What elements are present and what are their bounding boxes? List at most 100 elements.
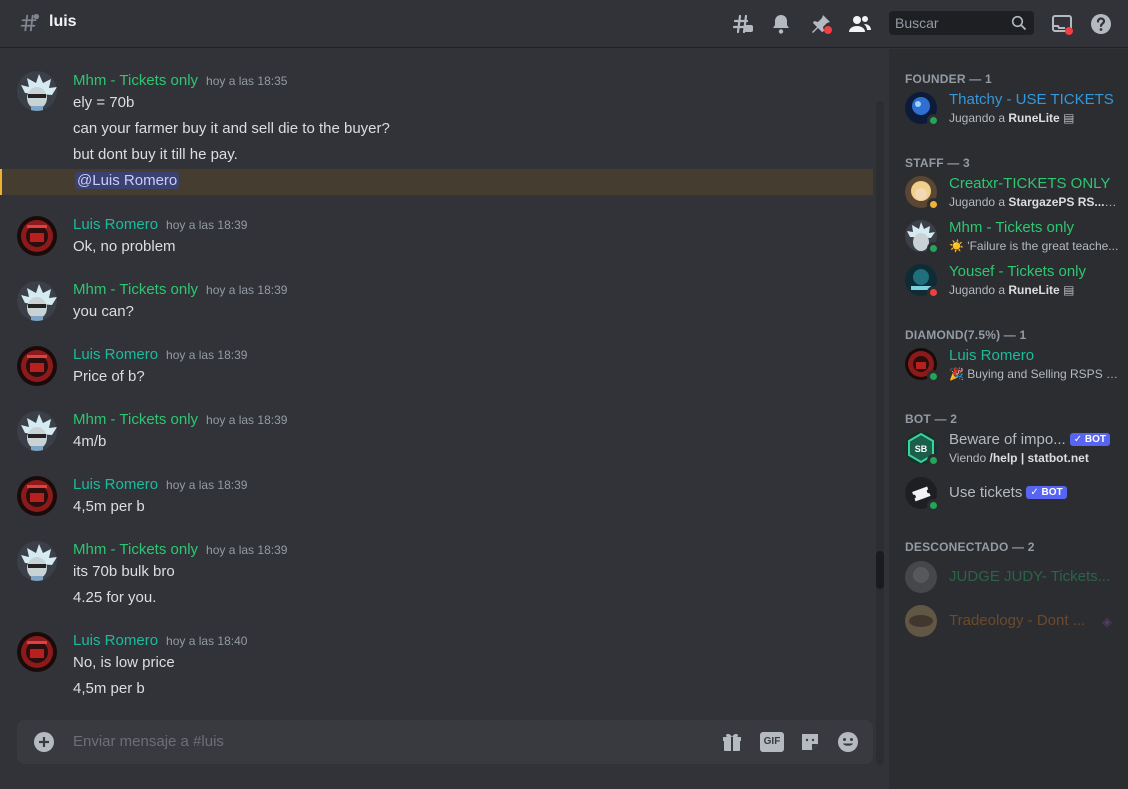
member-avatar	[905, 561, 937, 593]
help-icon[interactable]	[1089, 12, 1113, 36]
message-author[interactable]: Mhm - Tickets only hoy a las 18:39	[73, 541, 287, 558]
member-activity: Jugando a RuneLite ▤	[949, 283, 1075, 297]
status-online-icon	[927, 114, 940, 127]
status-online-icon	[927, 242, 940, 255]
avatar-luis[interactable]	[17, 216, 57, 256]
message-text: its 70b bulk bro	[73, 563, 175, 580]
member-item[interactable]: Use tickets ✓ BOT	[897, 472, 1125, 514]
mention-highlight-row: @Luis Romero	[0, 169, 873, 195]
scrollbar-thumb[interactable]	[876, 551, 884, 589]
boost-icon: ◈	[1102, 614, 1112, 629]
member-item[interactable]: Creatxr-TICKETS ONLY Jugando a StargazeP…	[897, 172, 1125, 214]
member-category-founder: FOUNDER — 1	[905, 72, 992, 86]
avatar-luis[interactable]	[17, 346, 57, 386]
channel-header: luis Buscar	[0, 0, 1128, 48]
member-category-bot: BOT — 2	[905, 412, 958, 426]
message-author[interactable]: Luis Romero hoy a las 18:40	[73, 632, 247, 649]
member-name: Beware of impo... ✓ BOT	[949, 431, 1110, 448]
avatar-mhm[interactable]	[17, 541, 57, 581]
message-text: 4.25 for you.	[73, 589, 157, 606]
member-item[interactable]: Thatchy - USE TICKETS Jugando a RuneLite…	[897, 88, 1125, 130]
svg-text:SB: SB	[915, 444, 928, 454]
avatar-luis[interactable]	[17, 476, 57, 516]
message-timestamp: hoy a las 18:40	[166, 634, 248, 648]
inbox-icon[interactable]	[1050, 12, 1074, 36]
member-activity: Jugando a StargazePS RS... ▤	[949, 195, 1119, 209]
avatar-mhm[interactable]	[17, 281, 57, 321]
gif-button[interactable]: GIF	[760, 732, 784, 752]
text-channel-thread-icon	[20, 13, 40, 32]
search-input[interactable]: Buscar	[895, 15, 939, 31]
rich-presence-icon: ▤	[1063, 111, 1075, 125]
gift-icon[interactable]	[721, 731, 743, 753]
message-timestamp: hoy a las 18:39	[166, 218, 248, 232]
notification-bell-icon[interactable]	[769, 12, 793, 36]
message-text: 4m/b	[73, 433, 107, 450]
emoji-icon[interactable]	[837, 731, 859, 753]
rich-presence-icon: ▤	[1063, 283, 1075, 297]
discord-window: luis Buscar Mhm - Tickets only hoy a las…	[0, 0, 1128, 789]
message-text: 4,5m per b	[73, 680, 145, 697]
member-item[interactable]: Luis Romero 🎉 Buying and Selling RSPS a.…	[897, 344, 1125, 386]
message-text: but dont buy it till he pay.	[73, 146, 238, 163]
member-list: FOUNDER — 1 Thatchy - USE TICKETS Jugand…	[889, 49, 1128, 789]
member-name: Yousef - Tickets only	[949, 263, 1087, 280]
member-item[interactable]: Tradeology - Dont ... ◈	[897, 600, 1125, 642]
member-category-offline: DESCONECTADO — 2	[905, 540, 1035, 554]
message-text: No, is low price	[73, 654, 175, 671]
message-author[interactable]: Mhm - Tickets only hoy a las 18:39	[73, 411, 287, 428]
search-icon	[1011, 15, 1027, 31]
message-text: can your farmer buy it and sell die to t…	[73, 120, 390, 137]
user-mention[interactable]: @Luis Romero	[75, 172, 180, 189]
threads-icon[interactable]	[730, 12, 754, 36]
member-activity: 🎉 Buying and Selling RSPS a...	[949, 367, 1119, 381]
message-timestamp: hoy a las 18:35	[206, 74, 288, 88]
member-item[interactable]: JUDGE JUDY- Tickets...	[897, 556, 1125, 598]
message-composer: Enviar mensaje a #luis GIF	[17, 720, 873, 764]
message-timestamp: hoy a las 18:39	[206, 543, 288, 557]
member-name: Tradeology - Dont ...	[949, 612, 1086, 629]
message-author[interactable]: Luis Romero hoy a las 18:39	[73, 216, 247, 233]
pinned-messages-icon[interactable]	[809, 12, 833, 36]
message-author[interactable]: Luis Romero hoy a las 18:39	[73, 476, 247, 493]
member-item[interactable]: SB Beware of impo... ✓ BOT Viendo /help |…	[897, 428, 1125, 470]
bot-tag: ✓ BOT	[1026, 486, 1067, 499]
member-avatar	[905, 605, 937, 637]
message-author[interactable]: Luis Romero hoy a las 18:39	[73, 346, 247, 363]
status-online-icon	[927, 454, 940, 467]
member-category-diamond: DIAMOND(7.5%) — 1	[905, 328, 1027, 342]
member-name: Creatxr-TICKETS ONLY	[949, 175, 1111, 192]
member-activity: ☀️ 'Failure is the great teache...	[949, 239, 1119, 253]
status-online-icon	[927, 370, 940, 383]
member-name: Use tickets ✓ BOT	[949, 484, 1067, 501]
search-box[interactable]: Buscar	[889, 11, 1034, 35]
member-activity: Viendo /help | statbot.net	[949, 451, 1089, 465]
member-name: Mhm - Tickets only	[949, 219, 1075, 236]
message-timestamp: hoy a las 18:39	[206, 413, 288, 427]
message-text: ely = 70b	[73, 94, 135, 111]
member-name: Thatchy - USE TICKETS	[949, 91, 1114, 108]
member-item[interactable]: Yousef - Tickets only Jugando a RuneLite…	[897, 260, 1125, 302]
message-author[interactable]: Mhm - Tickets only hoy a las 18:39	[73, 281, 287, 298]
member-item[interactable]: Mhm - Tickets only ☀️ 'Failure is the gr…	[897, 216, 1125, 258]
channel-name: luis	[49, 13, 77, 30]
member-name: JUDGE JUDY- Tickets...	[949, 568, 1111, 585]
sticker-icon[interactable]	[799, 731, 821, 753]
message-text: Price of b?	[73, 368, 145, 385]
message-timestamp: hoy a las 18:39	[206, 283, 288, 297]
avatar-mhm[interactable]	[17, 71, 57, 111]
message-timestamp: hoy a las 18:39	[166, 478, 248, 492]
message-input[interactable]: Enviar mensaje a #luis	[73, 733, 224, 750]
message-timestamp: hoy a las 18:39	[166, 348, 248, 362]
member-category-staff: STAFF — 3	[905, 156, 970, 170]
member-name: Luis Romero	[949, 347, 1035, 364]
add-attachment-icon[interactable]	[34, 732, 54, 752]
status-dnd-icon	[927, 286, 940, 299]
chat-scrollbar[interactable]	[876, 101, 884, 765]
status-online-icon	[927, 499, 940, 512]
message-text: Ok, no problem	[73, 238, 176, 255]
avatar-luis[interactable]	[17, 632, 57, 672]
avatar-mhm[interactable]	[17, 411, 57, 451]
member-list-icon[interactable]	[848, 12, 872, 36]
message-author[interactable]: Mhm - Tickets only hoy a las 18:35	[73, 72, 287, 89]
